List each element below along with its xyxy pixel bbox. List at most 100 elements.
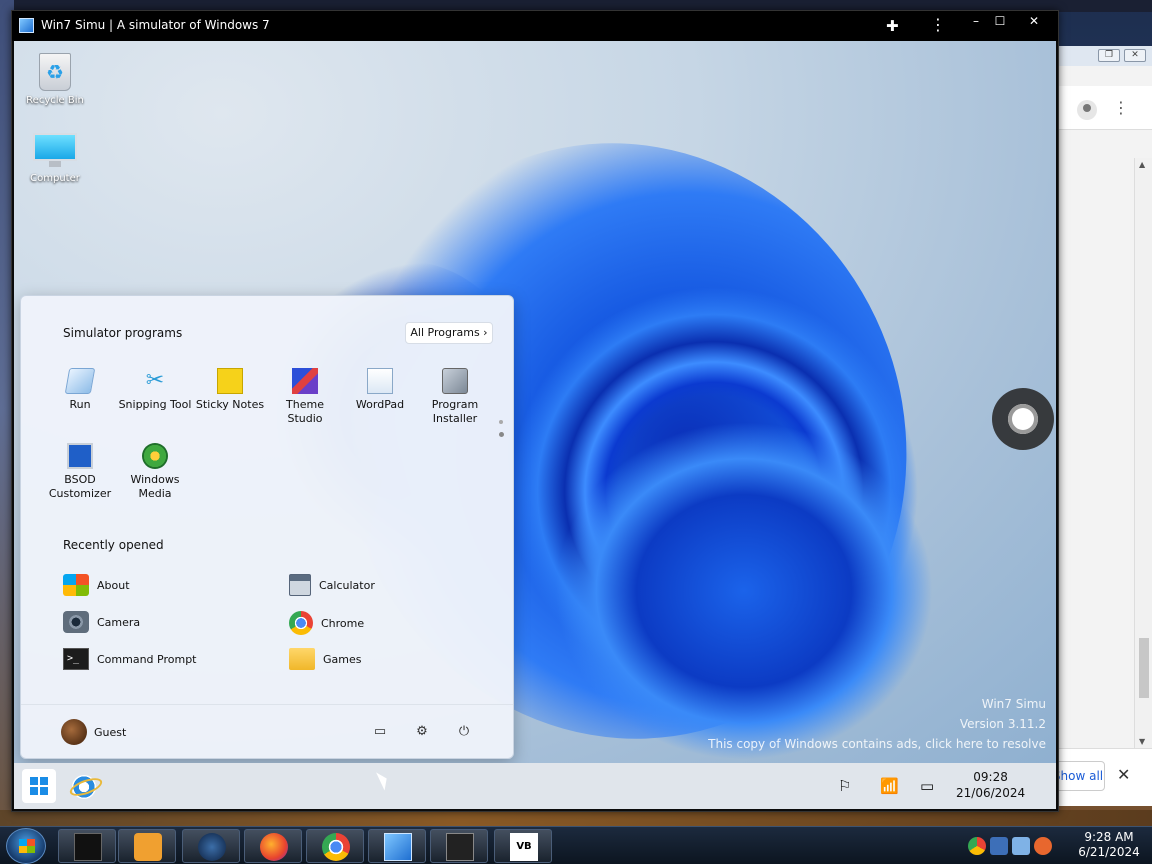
- host-clock[interactable]: 9:28 AM 6/21/2024: [1074, 830, 1144, 860]
- recent-command-prompt[interactable]: >_ Command Prompt: [63, 648, 197, 670]
- wifi-icon[interactable]: 📶: [880, 777, 899, 795]
- minimize-button[interactable]: –: [964, 13, 988, 29]
- pinned-program-installer[interactable]: Program Installer: [418, 368, 492, 426]
- app-icon: [19, 18, 34, 33]
- desktop-icon-label: Computer: [30, 173, 80, 184]
- recent-label: About: [97, 578, 130, 592]
- browser-caption-buttons: ❐ ✕: [1059, 46, 1152, 66]
- taskbar-app-firefox[interactable]: [244, 829, 302, 863]
- desktop-icon-computer[interactable]: Computer: [20, 133, 90, 184]
- taskbar-app-3[interactable]: [182, 829, 240, 863]
- download-bar: Show all ✕: [1051, 748, 1152, 806]
- taskbar-app-1[interactable]: [58, 829, 116, 863]
- pinned-run[interactable]: Run: [43, 368, 117, 412]
- background-browser-window[interactable]: ❐ ✕ ⋮ ▲ ▼ Show all ✕: [1051, 46, 1152, 806]
- scroll-up-icon[interactable]: ▲: [1139, 160, 1145, 169]
- recent-games[interactable]: Games: [289, 648, 361, 670]
- watermark-version: Version 3.11.2: [959, 717, 1046, 731]
- firefox-icon: [260, 833, 288, 861]
- close-button[interactable]: ✕: [1022, 13, 1046, 29]
- browser-menu-icon[interactable]: ⋮: [1113, 100, 1129, 116]
- theme-studio-icon: [292, 368, 318, 394]
- browser-close-button[interactable]: ✕: [1124, 49, 1146, 62]
- chrome-tray-icon[interactable]: [968, 837, 986, 855]
- pinned-snipping-tool[interactable]: ✂ Snipping Tool: [118, 368, 192, 412]
- pinned-windows-media[interactable]: Windows Media: [118, 443, 192, 501]
- window-menu-icon[interactable]: ⋮: [930, 15, 946, 34]
- recent-chrome[interactable]: Chrome: [289, 611, 364, 635]
- windows-media-icon: [142, 443, 168, 469]
- settings-gear-icon[interactable]: ⚙: [413, 723, 431, 741]
- desktop-icon-label: Recycle Bin: [26, 95, 84, 106]
- pinned-label: Sticky Notes: [195, 398, 265, 411]
- taskbar-app-terminal[interactable]: [430, 829, 488, 863]
- taskbar-app-chrome[interactable]: [306, 829, 364, 863]
- program-installer-icon: [442, 368, 468, 394]
- desktop-icon-recycle-bin[interactable]: Recycle Bin: [20, 53, 90, 106]
- sim-clock[interactable]: 09:28 21/06/2024: [956, 769, 1025, 801]
- avatar[interactable]: [61, 719, 87, 745]
- globe-icon: [198, 833, 226, 861]
- recent-label: Calculator: [319, 578, 375, 592]
- taskbar-app-virtualbox[interactable]: VB: [494, 829, 552, 863]
- virtualbox-icon: VB: [510, 833, 538, 861]
- recent-calculator[interactable]: Calculator: [289, 574, 375, 596]
- pinned-theme-studio[interactable]: Theme Studio: [268, 368, 342, 426]
- window-titlebar[interactable]: Win7 Simu | A simulator of Windows 7 ✚ ⋮…: [12, 11, 1058, 41]
- network-tray-icon[interactable]: [1012, 837, 1030, 855]
- sim-date: 21/06/2024: [956, 786, 1026, 800]
- recent-about[interactable]: About: [63, 574, 130, 596]
- host-start-orb[interactable]: [6, 828, 46, 864]
- sim-desktop[interactable]: Recycle Bin Computer Win7 Simu Version 3…: [14, 41, 1056, 763]
- recent-label: Camera: [97, 615, 141, 629]
- start-button[interactable]: [22, 769, 56, 803]
- extension-puzzle-icon[interactable]: ✚: [886, 17, 899, 35]
- profile-icon[interactable]: [1077, 100, 1097, 120]
- camera-icon: [63, 611, 89, 633]
- all-programs-button[interactable]: All Programs ›: [405, 322, 493, 344]
- chrome-icon: [289, 611, 313, 635]
- maximize-button[interactable]: ☐: [988, 13, 1012, 29]
- host-time: 9:28 AM: [1084, 830, 1134, 844]
- host-date: 6/21/2024: [1078, 845, 1140, 859]
- download-bar-close-icon[interactable]: ✕: [1117, 765, 1130, 784]
- recent-label: Chrome: [321, 616, 365, 630]
- start-menu-footer: Guest ▭ ⚙ ⏻: [21, 704, 513, 758]
- firefox-tray-icon[interactable]: [1034, 837, 1052, 855]
- user-name[interactable]: Guest: [94, 726, 126, 739]
- battery-icon[interactable]: ▭: [920, 777, 934, 795]
- pinned-sticky-notes[interactable]: Sticky Notes: [193, 368, 267, 412]
- internet-explorer-icon[interactable]: [72, 775, 96, 799]
- terminal-icon: [446, 833, 474, 861]
- snipping-tool-icon: ✂: [145, 368, 165, 393]
- scroll-down-icon[interactable]: ▼: [1139, 737, 1145, 746]
- show-all-button[interactable]: Show all: [1051, 761, 1105, 791]
- computer-icon: [33, 133, 77, 169]
- pinned-label: WordPad: [355, 398, 405, 411]
- watermark-name: Win7 Simu: [981, 697, 1046, 711]
- win7simu-icon: [384, 833, 412, 861]
- pinned-heading: Simulator programs: [63, 326, 183, 340]
- taskbar-app-win7simu[interactable]: [368, 829, 426, 863]
- windows-logo-icon: [30, 777, 48, 795]
- pinned-bsod-customizer[interactable]: BSOD Customizer: [43, 443, 117, 501]
- browser-scrollbar[interactable]: ▲ ▼: [1134, 158, 1152, 748]
- host-desktop-wallpaper-strip: [0, 810, 1152, 826]
- games-folder-icon: [289, 648, 315, 670]
- device-tray-icon[interactable]: [990, 837, 1008, 855]
- scroll-thumb[interactable]: [1139, 638, 1149, 698]
- browser-restore-button[interactable]: ❐: [1098, 49, 1120, 62]
- media-player-icon: [134, 833, 162, 861]
- assistive-touch-button[interactable]: [992, 388, 1054, 450]
- page-indicator[interactable]: [499, 420, 505, 445]
- action-center-flag-icon[interactable]: ⚐: [838, 777, 851, 795]
- display-icon[interactable]: ▭: [371, 723, 389, 741]
- simulator-window: Win7 Simu | A simulator of Windows 7 ✚ ⋮…: [11, 10, 1059, 812]
- pinned-wordpad[interactable]: WordPad: [343, 368, 417, 412]
- activation-notice[interactable]: This copy of Windows contains ads, click…: [708, 737, 1046, 751]
- pinned-label: Theme Studio: [286, 398, 324, 425]
- calculator-icon: [289, 574, 311, 596]
- power-icon[interactable]: ⏻: [455, 723, 473, 741]
- recent-camera[interactable]: Camera: [63, 611, 140, 633]
- taskbar-app-2[interactable]: [118, 829, 176, 863]
